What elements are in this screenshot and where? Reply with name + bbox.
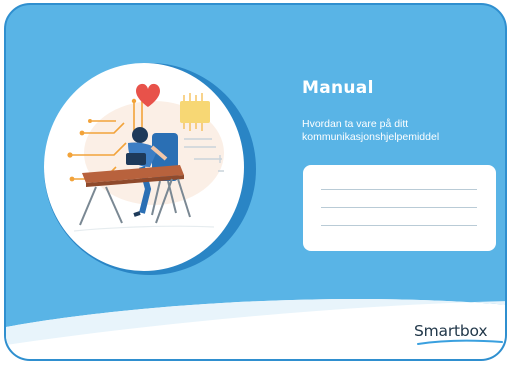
cover-title: Manual bbox=[302, 78, 374, 98]
person-at-desk-illustration bbox=[67, 83, 224, 232]
label-line bbox=[321, 207, 477, 208]
name-label-box bbox=[303, 165, 496, 251]
cover-subtitle: Hvordan ta vare på ditt kommunikasjonshj… bbox=[302, 118, 440, 143]
manual-cover-page: Manual Hvordan ta vare på ditt kommunika… bbox=[0, 0, 511, 366]
label-line bbox=[321, 225, 477, 226]
illustration-circle-shadow bbox=[44, 63, 256, 275]
illustration-circle bbox=[44, 63, 244, 271]
label-line bbox=[321, 189, 477, 190]
cover-panel: Manual Hvordan ta vare på ditt kommunika… bbox=[4, 3, 507, 361]
smartbox-swoosh-icon bbox=[417, 339, 503, 345]
smartbox-logo: Smartbox bbox=[414, 322, 509, 352]
